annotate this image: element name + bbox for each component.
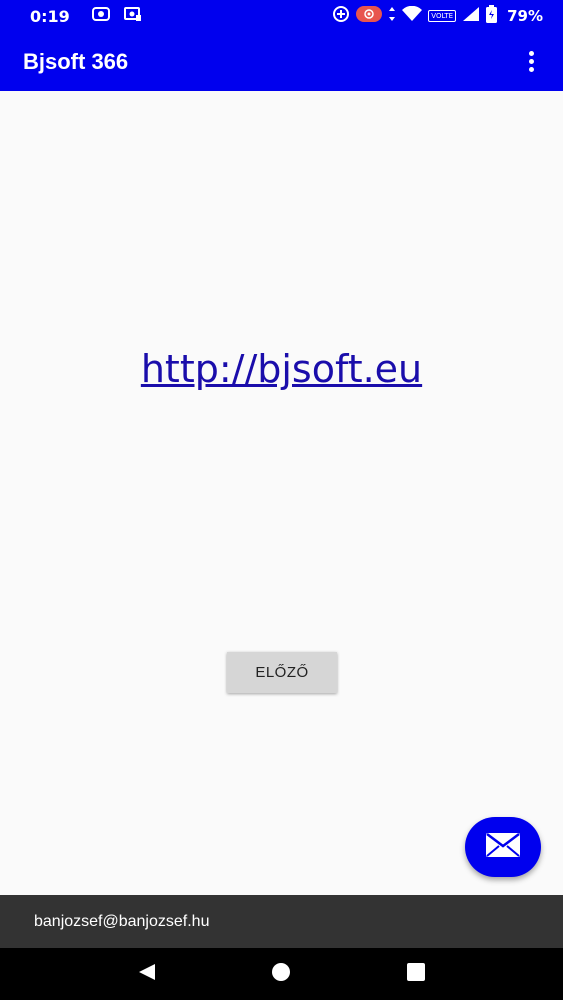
website-link[interactable]: http://bjsoft.eu bbox=[0, 347, 563, 391]
data-arrows-icon bbox=[388, 6, 396, 26]
main-content: http://bjsoft.eu ELŐZŐ bbox=[0, 91, 563, 895]
status-bar: 0:19 VOLTE 79% bbox=[0, 0, 563, 32]
status-right: VOLTE 79% bbox=[332, 5, 543, 27]
volte-badge: VOLTE bbox=[428, 10, 457, 22]
menu-dot bbox=[528, 59, 534, 64]
home-circle-icon bbox=[271, 962, 291, 987]
overflow-menu-button[interactable] bbox=[521, 47, 541, 77]
app-title: Bjsoft 366 bbox=[23, 48, 129, 74]
menu-dot bbox=[528, 51, 534, 56]
volte-text: VOLTE bbox=[431, 12, 454, 20]
screen-record-icon bbox=[123, 6, 142, 26]
status-left: 0:19 bbox=[30, 6, 142, 26]
footer-bar: banjozsef@banjozsef.hu bbox=[0, 895, 563, 948]
back-triangle-icon bbox=[137, 962, 157, 987]
menu-dot bbox=[528, 67, 534, 72]
data-saver-icon bbox=[332, 5, 350, 27]
email-fab[interactable] bbox=[465, 817, 541, 877]
system-nav-bar bbox=[0, 948, 563, 1000]
home-button[interactable] bbox=[261, 954, 301, 994]
footer-email: banjozsef@banjozsef.hu bbox=[34, 912, 210, 930]
previous-button[interactable]: ELŐZŐ bbox=[227, 652, 337, 693]
wifi-icon bbox=[402, 5, 423, 26]
mail-icon bbox=[486, 832, 520, 862]
battery-icon bbox=[486, 5, 498, 27]
recents-square-icon bbox=[406, 962, 426, 987]
recents-button[interactable] bbox=[396, 954, 436, 994]
battery-percent: 79% bbox=[507, 7, 543, 25]
cast-icon bbox=[91, 6, 110, 26]
back-button[interactable] bbox=[127, 954, 167, 994]
signal-icon bbox=[462, 6, 480, 26]
status-time: 0:19 bbox=[30, 6, 70, 26]
hotspot-icon bbox=[356, 5, 383, 27]
app-bar: Bjsoft 366 bbox=[0, 32, 563, 91]
